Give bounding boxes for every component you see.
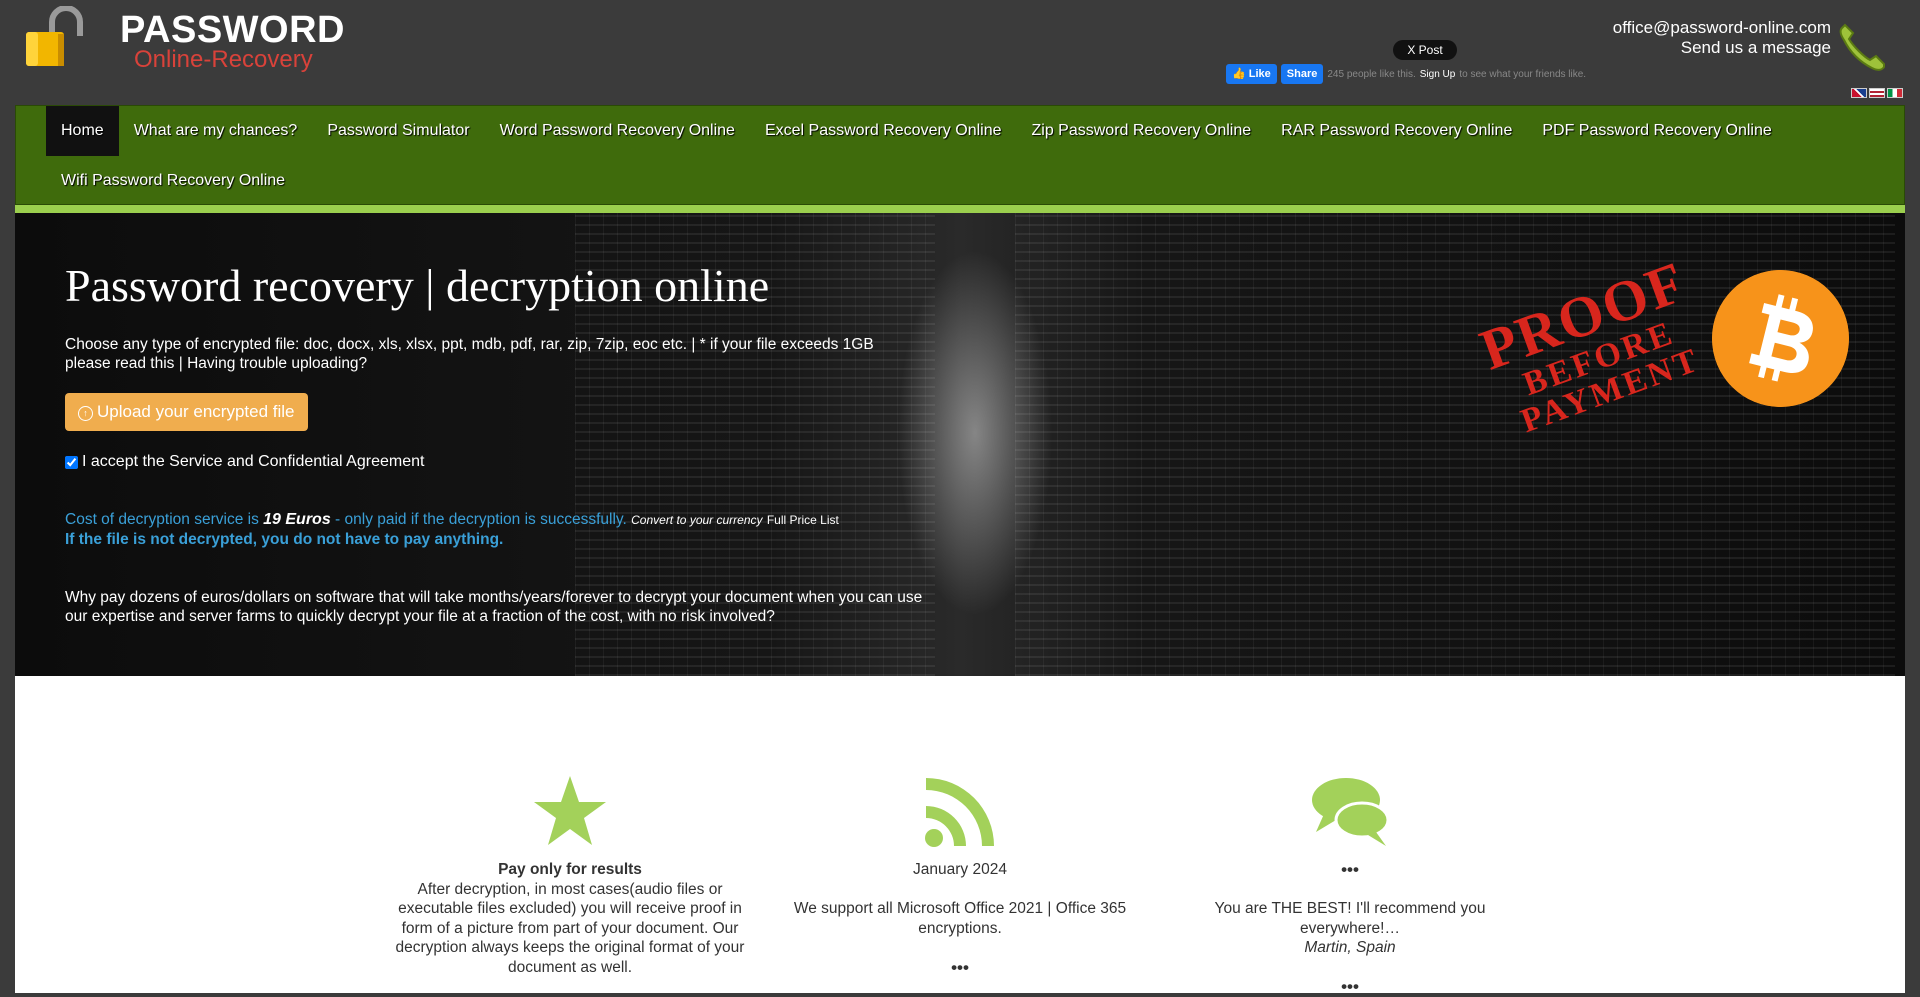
news-more-link[interactable]: •••	[775, 958, 1145, 978]
fb-tail-text: to see what your friends like.	[1459, 68, 1587, 80]
nav-word-recovery[interactable]: Word Password Recovery Online	[485, 106, 750, 156]
accept-agreement-checkbox[interactable]	[65, 455, 78, 469]
site-header: PASSWORD Online-Recovery X Post 👍 Like S…	[0, 0, 1920, 105]
features-section: Pay only for results After decryption, i…	[15, 676, 1905, 996]
nav-home[interactable]: Home	[46, 106, 119, 156]
hero-banner: Password recovery | decryption online Ch…	[15, 213, 1905, 676]
feature-text: After decryption, in most cases(audio fi…	[395, 880, 745, 976]
nav-row-1: Home What are my chances? Password Simul…	[46, 106, 1787, 156]
feature-news: January 2024 We support all Microsoft Of…	[775, 774, 1145, 977]
fb-like-label: Like	[1248, 68, 1271, 80]
testimonial-text: You are THE BEST! I'll recommend you eve…	[1214, 900, 1486, 937]
hero-title: Password recovery | decryption online	[65, 260, 770, 311]
cost-suffix: - only paid if the decryption is success…	[330, 511, 627, 528]
rss-icon[interactable]	[922, 774, 998, 850]
bitcoin-icon	[1712, 270, 1849, 407]
feature-heading: Pay only for results	[498, 861, 642, 878]
nav-accent-stripe	[15, 205, 1905, 213]
accept-agreement-label[interactable]: I accept the Service and Confidential Ag…	[82, 453, 424, 471]
nav-rar-recovery[interactable]: RAR Password Recovery Online	[1266, 106, 1527, 156]
nav-excel-recovery[interactable]: Excel Password Recovery Online	[750, 106, 1017, 156]
news-date: January 2024	[913, 861, 1007, 878]
testimonial-more-link[interactable]: •••	[1165, 977, 1535, 997]
hero-intro: Choose any type of encrypted file: doc, …	[65, 335, 925, 373]
logo-subtitle[interactable]: Online-Recovery	[134, 46, 313, 74]
cost-info: Cost of decryption service is 19 Euros -…	[65, 510, 839, 549]
testimonial-header-dots: •••	[1341, 860, 1359, 879]
flag-italy-icon[interactable]	[1887, 88, 1903, 98]
fb-like-button[interactable]: 👍 Like	[1226, 64, 1277, 84]
padlock-logo-icon[interactable]	[22, 6, 86, 68]
testimonial-author: Martin, Spain	[1304, 939, 1396, 956]
upload-button-label: Upload your encrypted file	[97, 402, 295, 421]
send-message-link[interactable]: Send us a message	[1613, 38, 1831, 58]
no-pay-guarantee: If the file is not decrypted, you do not…	[65, 531, 504, 548]
hero-intro-line1[interactable]: Choose any type of encrypted file: doc, …	[65, 335, 925, 354]
cost-amount: 19 Euros	[263, 511, 331, 528]
convert-currency-link[interactable]: Convert to your currency	[631, 513, 762, 527]
why-text: Why pay dozens of euros/dollars on softw…	[65, 589, 923, 625]
full-price-list-link[interactable]: Full Price List	[767, 513, 839, 527]
facebook-widget: 👍 Like Share 245 people like this. Sign …	[1226, 64, 1586, 84]
feature-testimonial: ••• You are THE BEST! I'll recommend you…	[1165, 774, 1535, 997]
upload-file-button[interactable]: ↑ Upload your encrypted file	[65, 393, 308, 431]
upload-arrow-icon: ↑	[78, 406, 93, 421]
contact-block: office@password-online.com Send us a mes…	[1613, 18, 1831, 58]
cost-prefix: Cost of decryption service is	[65, 511, 264, 528]
language-flags	[1851, 88, 1903, 98]
fb-count-text: 245 people like this.	[1327, 68, 1416, 80]
fb-share-button[interactable]: Share	[1280, 64, 1324, 84]
main-navigation: Home What are my chances? Password Simul…	[15, 105, 1905, 205]
phone-icon[interactable]	[1836, 20, 1888, 72]
nav-wifi-recovery[interactable]: Wifi Password Recovery Online	[46, 156, 300, 206]
nav-row-2: Wifi Password Recovery Online	[46, 156, 300, 206]
nav-password-simulator[interactable]: Password Simulator	[312, 106, 484, 156]
news-text[interactable]: We support all Microsoft Office 2021 | O…	[775, 899, 1145, 938]
star-icon	[534, 776, 606, 845]
hero-intro-line2[interactable]: please read this | Having trouble upload…	[65, 354, 925, 373]
comments-icon	[1312, 778, 1390, 846]
flag-us-icon[interactable]	[1869, 88, 1885, 98]
accept-agreement[interactable]: I accept the Service and Confidential Ag…	[65, 453, 424, 471]
nav-pdf-recovery[interactable]: PDF Password Recovery Online	[1527, 106, 1786, 156]
fb-signup-link[interactable]: Sign Up	[1420, 69, 1456, 80]
nav-zip-recovery[interactable]: Zip Password Recovery Online	[1017, 106, 1267, 156]
x-post-button[interactable]: X Post	[1393, 40, 1457, 60]
nav-chances[interactable]: What are my chances?	[119, 106, 313, 156]
feature-pay-results: Pay only for results After decryption, i…	[385, 774, 755, 977]
flag-uk-icon[interactable]	[1851, 88, 1867, 98]
contact-email-link[interactable]: office@password-online.com	[1613, 18, 1831, 38]
